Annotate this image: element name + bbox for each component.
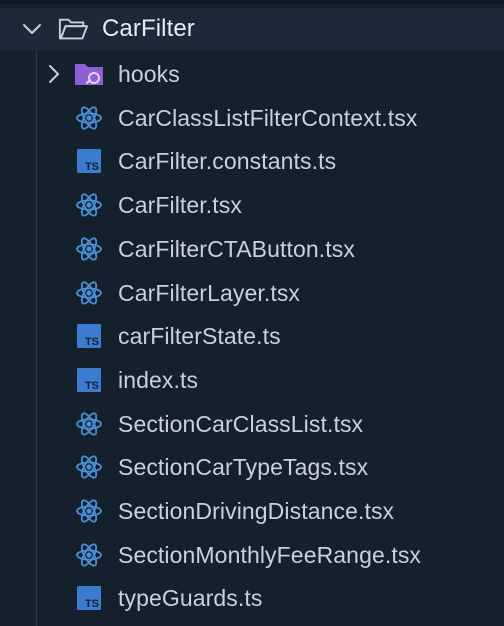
typescript-icon: TS — [74, 146, 104, 176]
file-row-carfilterctabutton-tsx[interactable]: CarFilterCTAButton.tsx — [0, 227, 504, 271]
folder-row-hooks[interactable]: hooks — [0, 52, 504, 96]
file-label: typeGuards.ts — [118, 585, 263, 611]
typescript-icon: TS — [74, 321, 104, 351]
file-label: CarFilter.tsx — [118, 192, 242, 218]
react-icon — [74, 234, 104, 264]
file-row-sectioncarclasslist-tsx[interactable]: SectionCarClassList.tsx — [0, 402, 504, 446]
typescript-icon: TS — [74, 583, 104, 613]
file-row-index-ts[interactable]: TS index.ts — [0, 358, 504, 402]
folder-label: CarFilter — [102, 15, 195, 42]
ts-badge: TS — [84, 380, 99, 392]
file-row-carfilter-tsx[interactable]: CarFilter.tsx — [0, 183, 504, 227]
chevron-right-icon[interactable] — [42, 62, 66, 86]
chevron-down-icon[interactable] — [20, 17, 44, 41]
file-row-carfilterstate-ts[interactable]: TS carFilterState.ts — [0, 314, 504, 358]
ts-badge: TS — [84, 336, 99, 348]
react-icon — [74, 496, 104, 526]
file-row-sectiondrivingdistance-tsx[interactable]: SectionDrivingDistance.tsx — [0, 489, 504, 533]
file-label: CarFilterCTAButton.tsx — [118, 236, 355, 262]
file-label: SectionDrivingDistance.tsx — [118, 498, 395, 524]
file-label: SectionMonthlyFeeRange.tsx — [118, 542, 422, 568]
file-row-sectionmonthlyfeerange-tsx[interactable]: SectionMonthlyFeeRange.tsx — [0, 533, 504, 577]
file-row-carfilterlayer-tsx[interactable]: CarFilterLayer.tsx — [0, 271, 504, 315]
file-row-sectioncartypetags-tsx[interactable]: SectionCarTypeTags.tsx — [0, 445, 504, 489]
file-explorer-tree: CarFilter hooks CarClassListFilterContext… — [0, 0, 504, 626]
folder-row-carfilter[interactable]: CarFilter — [0, 8, 504, 50]
file-label: CarClassListFilterContext.tsx — [118, 105, 418, 131]
typescript-icon: TS — [74, 365, 104, 395]
folder-hooks-icon — [74, 59, 104, 89]
file-row-typeguards-ts[interactable]: TS typeGuards.ts — [0, 576, 504, 620]
file-label: carFilterState.ts — [118, 323, 281, 349]
file-row-carfilter-constants-ts[interactable]: TS CarFilter.constants.ts — [0, 139, 504, 183]
react-icon — [74, 190, 104, 220]
ts-badge: TS — [84, 161, 99, 173]
react-icon — [74, 103, 104, 133]
file-label: index.ts — [118, 367, 199, 393]
file-label: SectionCarClassList.tsx — [118, 411, 364, 437]
react-icon — [74, 278, 104, 308]
file-label: CarFilter.constants.ts — [118, 148, 337, 174]
file-label: CarFilterLayer.tsx — [118, 280, 301, 306]
file-label: SectionCarTypeTags.tsx — [118, 454, 369, 480]
react-icon — [74, 452, 104, 482]
react-icon — [74, 409, 104, 439]
file-label: hooks — [118, 61, 180, 87]
top-divider — [0, 0, 504, 4]
react-icon — [74, 540, 104, 570]
folder-open-icon — [58, 14, 88, 44]
file-row-carclasslistfiltercontext-tsx[interactable]: CarClassListFilterContext.tsx — [0, 96, 504, 140]
ts-badge: TS — [84, 598, 99, 610]
